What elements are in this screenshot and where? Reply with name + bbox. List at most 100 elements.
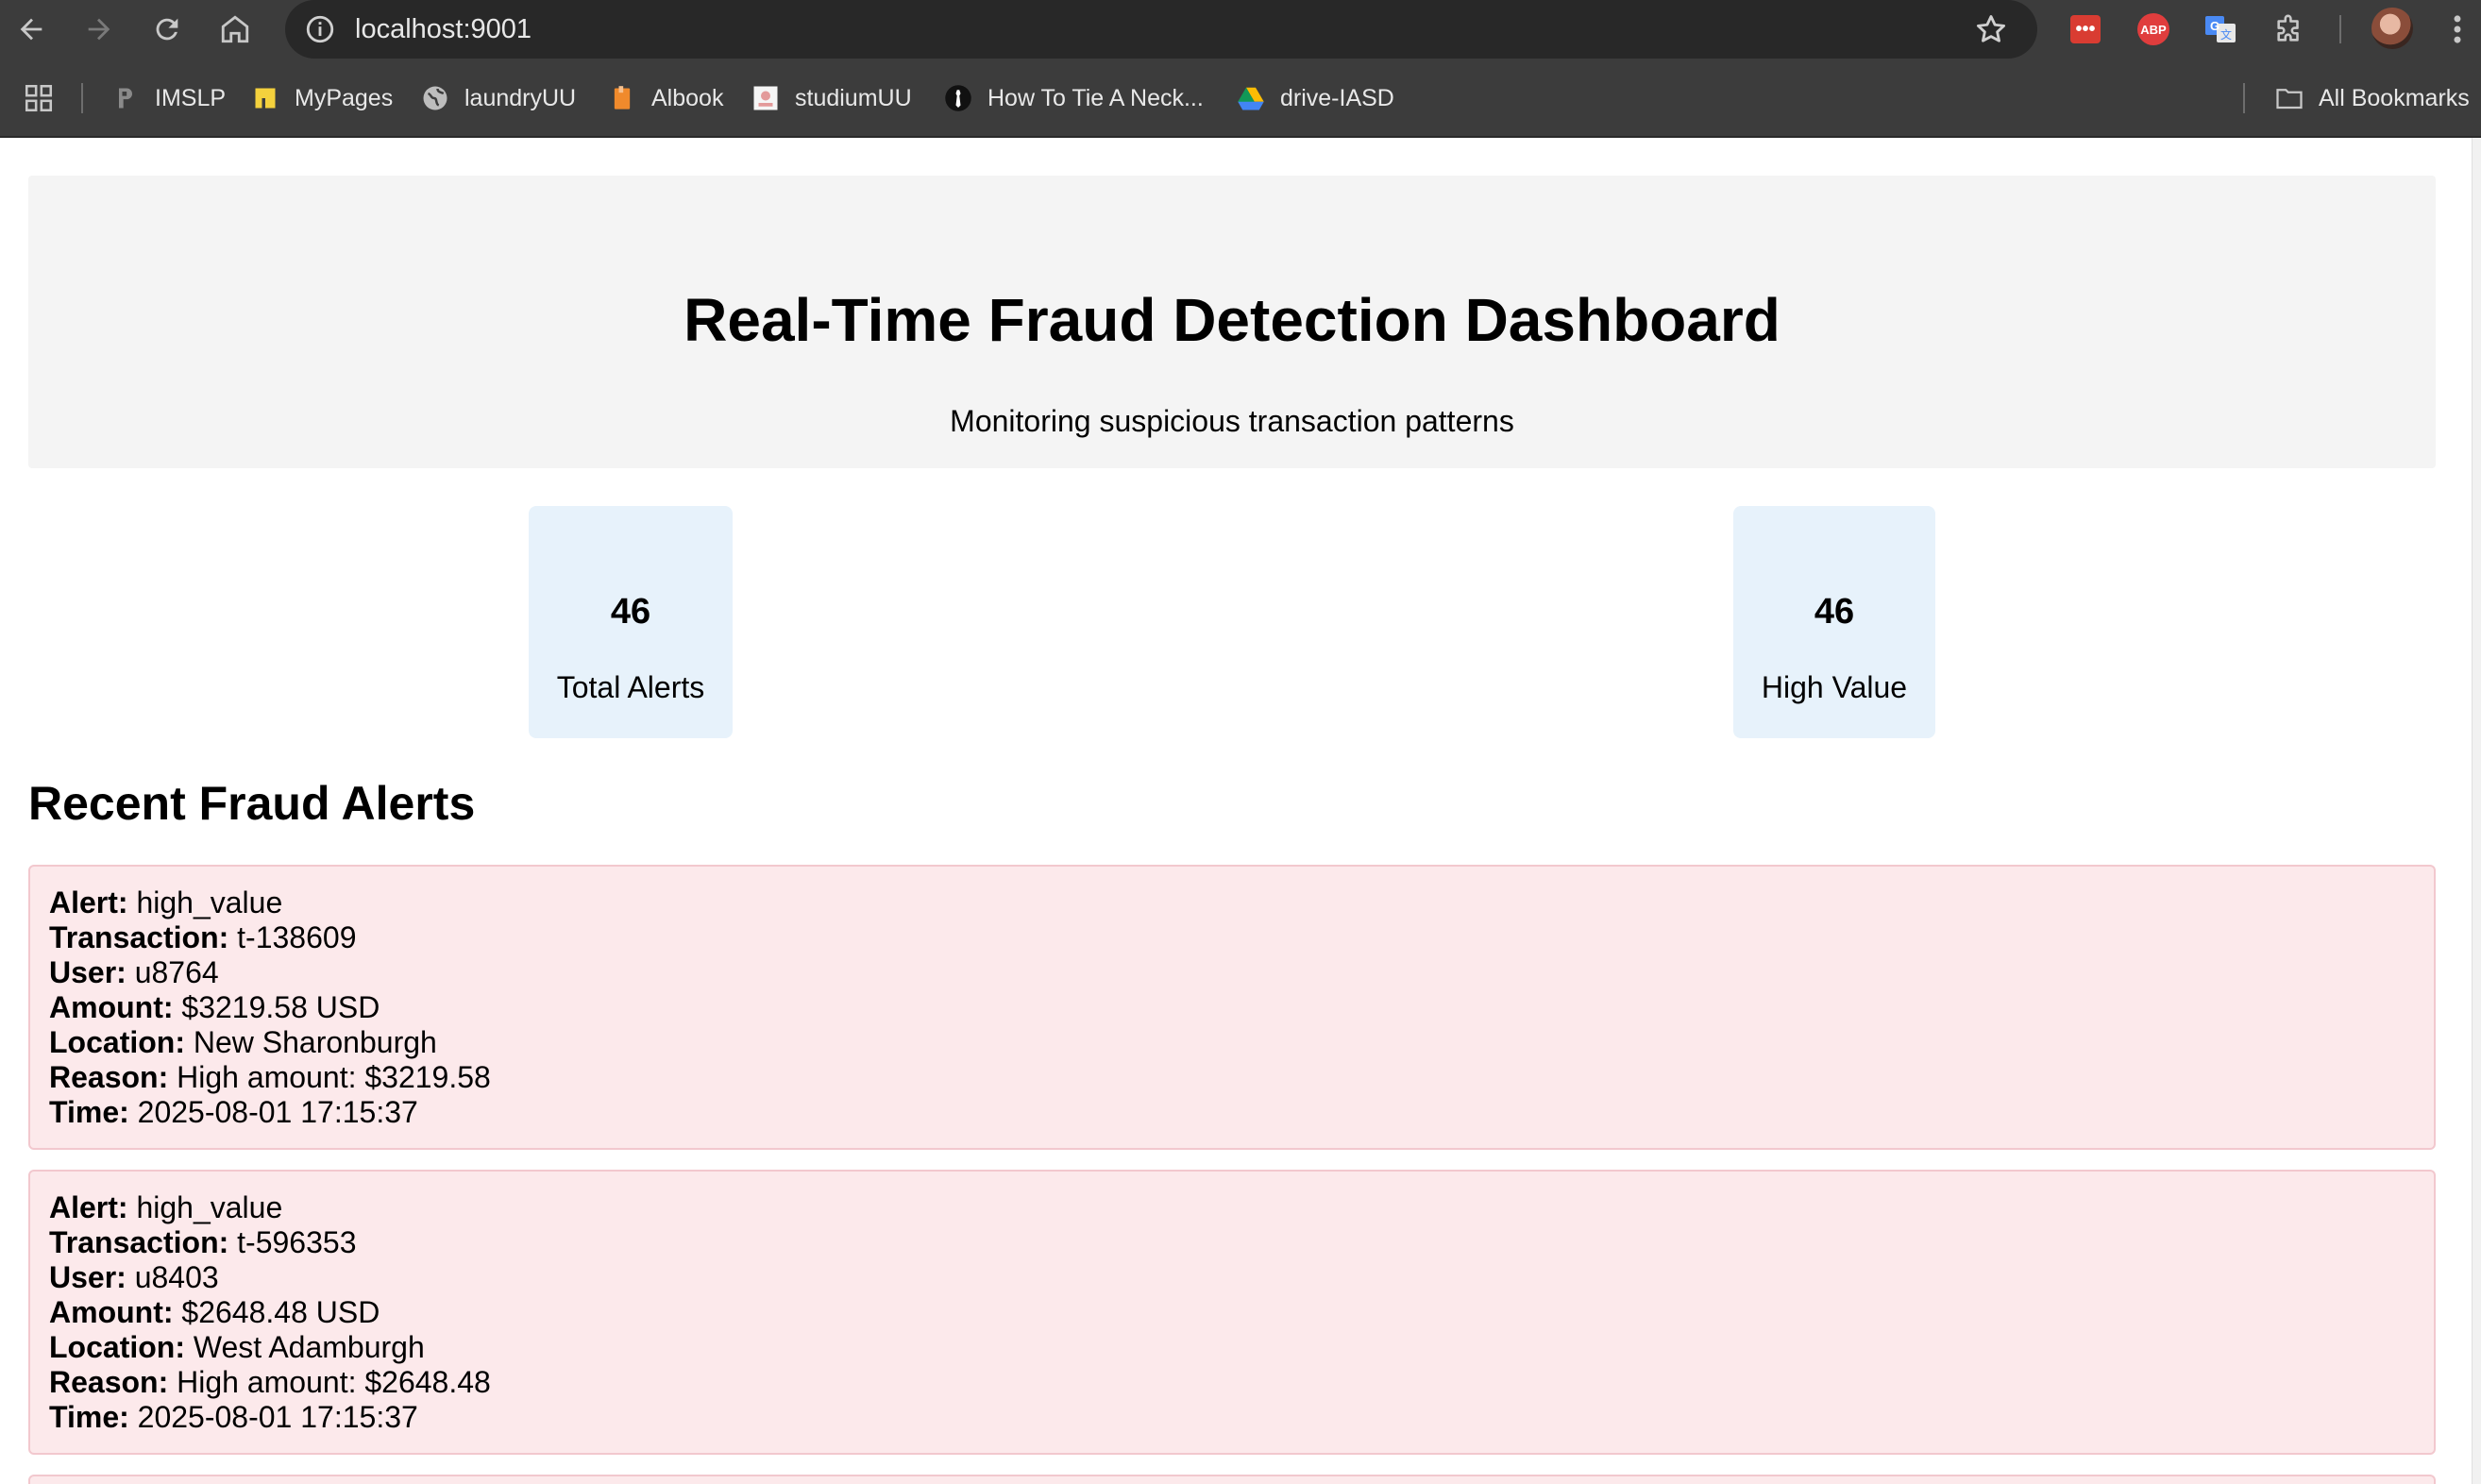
field-label: Transaction: (49, 1225, 229, 1259)
alert-type: high_value (136, 885, 283, 919)
svg-text:文: 文 (2220, 27, 2232, 42)
home-button[interactable] (211, 6, 259, 53)
home-icon (221, 15, 249, 43)
puzzle-glyph-icon (2277, 14, 2299, 42)
site-info-icon[interactable] (304, 13, 336, 45)
field-label: Alert: (49, 885, 128, 919)
user-id: u8764 (134, 955, 219, 989)
bookmark-label: IMSLP (155, 84, 227, 111)
page-scrollbar[interactable] (2472, 138, 2481, 1484)
alert-row-location: Location: West Adamburgh (49, 1330, 2434, 1365)
studium-icon (751, 84, 780, 112)
imslp-icon (111, 84, 140, 112)
bookmark-laundryuu[interactable]: laundryUU (421, 79, 576, 117)
field-label: User: (49, 955, 127, 989)
extensions-puzzle-icon[interactable] (2271, 11, 2307, 47)
alert-card-partial (28, 1475, 2436, 1484)
alert-row-amount: Amount: $3219.58 USD (49, 990, 2434, 1025)
alert-row-transaction: Transaction: t-138609 (49, 920, 2434, 955)
alert-row-location: Location: New Sharonburgh (49, 1025, 2434, 1060)
profile-avatar[interactable] (2371, 8, 2413, 49)
field-label: Reason: (49, 1060, 169, 1094)
alert-row-user: User: u8403 (49, 1260, 2434, 1295)
adblock-plus-icon[interactable]: ABP (2135, 11, 2171, 47)
bookmark-drive-iasd[interactable]: drive-IASD (1237, 79, 1394, 117)
user-id: u8403 (134, 1260, 219, 1294)
mypages-icon (251, 84, 279, 112)
alert-row-transaction: Transaction: t-596353 (49, 1225, 2434, 1260)
address-bar[interactable]: localhost:9001 (285, 0, 2037, 59)
alert-row-type: Alert: high_value (49, 885, 2434, 920)
bookmark-albook[interactable]: Albook (608, 79, 723, 117)
globe-icon (421, 84, 449, 112)
bookmarks-divider (2243, 83, 2245, 113)
field-label: Amount: (49, 1295, 174, 1329)
all-bookmarks-button[interactable]: All Bookmarks (2275, 79, 2470, 117)
amount-value: $3219.58 USD (181, 990, 380, 1024)
arrow-right-icon (88, 18, 110, 41)
field-label: Time: (49, 1400, 129, 1434)
dashboard-header: Real-Time Fraud Detection Dashboard Moni… (28, 176, 2436, 468)
location-value: West Adamburgh (193, 1330, 425, 1364)
reason-value: High amount: $3219.58 (177, 1060, 491, 1094)
alert-row-time: Time: 2025-08-01 17:15:37 (49, 1400, 2434, 1435)
back-button[interactable] (8, 6, 55, 53)
bookmark-label: MyPages (295, 84, 394, 111)
bookmark-star-icon[interactable] (1973, 11, 2009, 47)
location-value: New Sharonburgh (193, 1025, 437, 1059)
google-translate-icon[interactable]: G 文 (2203, 11, 2239, 47)
browser-toolbar: localhost:9001 ••• ABP G 文 (0, 0, 2481, 59)
field-label: Transaction: (49, 920, 229, 954)
translate-glyph-icon: G 文 (2205, 16, 2236, 42)
bookmark-mypages[interactable]: MyPages (251, 79, 393, 117)
alert-row-type: Alert: high_value (49, 1190, 2434, 1225)
page-viewport: Real-Time Fraud Detection Dashboard Moni… (0, 138, 2472, 1484)
bookmark-imslp[interactable]: IMSLP (111, 79, 226, 117)
bookmark-label: How To Tie A Neck... (987, 84, 1204, 111)
bookmark-label: drive-IASD (1280, 84, 1394, 111)
section-title: Recent Fraud Alerts (28, 777, 476, 830)
field-label: User: (49, 1260, 127, 1294)
time-value: 2025-08-01 17:15:37 (137, 1095, 418, 1129)
page-subtitle: Monitoring suspicious transaction patter… (950, 404, 1514, 438)
all-bookmarks-label: All Bookmarks (2319, 84, 2470, 111)
stat-label: High Value (1761, 670, 1908, 704)
field-label: Reason: (49, 1365, 169, 1399)
bookmark-label: Albook (651, 84, 724, 111)
stat-value: 46 (1814, 592, 1855, 632)
adblock-plus-label: ABP (2137, 13, 2169, 45)
folder-icon (2275, 84, 2304, 112)
bookmark-studiumuu[interactable]: studiumUU (751, 79, 912, 117)
apps-grid-icon (25, 84, 53, 112)
stat-value: 46 (610, 592, 651, 632)
alert-row-reason: Reason: High amount: $2648.48 (49, 1365, 2434, 1400)
url-text[interactable]: localhost:9001 (355, 13, 532, 45)
apps-button[interactable] (23, 79, 55, 117)
field-label: Location: (49, 1025, 185, 1059)
time-value: 2025-08-01 17:15:37 (137, 1400, 418, 1434)
alert-card: Alert: high_value Transaction: t-596353 … (28, 1170, 2436, 1455)
stat-card-high-value: 46 High Value (1733, 506, 1935, 738)
browser-menu-icon[interactable] (2443, 11, 2472, 47)
alert-type: high_value (136, 1190, 283, 1224)
page-title: Real-Time Fraud Detection Dashboard (684, 286, 1781, 354)
bookmark-label: studiumUU (795, 84, 912, 111)
alert-row-time: Time: 2025-08-01 17:15:37 (49, 1095, 2434, 1130)
field-label: Alert: (49, 1190, 128, 1224)
reason-value: High amount: $2648.48 (177, 1365, 491, 1399)
google-drive-icon (1237, 84, 1265, 112)
reload-button[interactable] (143, 6, 191, 53)
field-label: Time: (49, 1095, 129, 1129)
extension-red-icon[interactable]: ••• (2068, 11, 2103, 47)
field-label: Amount: (49, 990, 174, 1024)
toolbar-divider (2339, 15, 2341, 43)
bookmarks-bar: IMSLP MyPages laundryUU Albook studiumUU… (0, 59, 2481, 138)
bookmark-label: laundryUU (464, 84, 577, 111)
alert-card: Alert: high_value Transaction: t-138609 … (28, 865, 2436, 1150)
forward-button[interactable] (76, 6, 123, 53)
reload-icon (156, 18, 178, 41)
bookmark-how-to-tie[interactable]: How To Tie A Neck... (944, 79, 1204, 117)
arrow-left-icon (20, 18, 42, 41)
svg-text:G: G (2210, 19, 2219, 33)
field-label: Location: (49, 1330, 185, 1364)
